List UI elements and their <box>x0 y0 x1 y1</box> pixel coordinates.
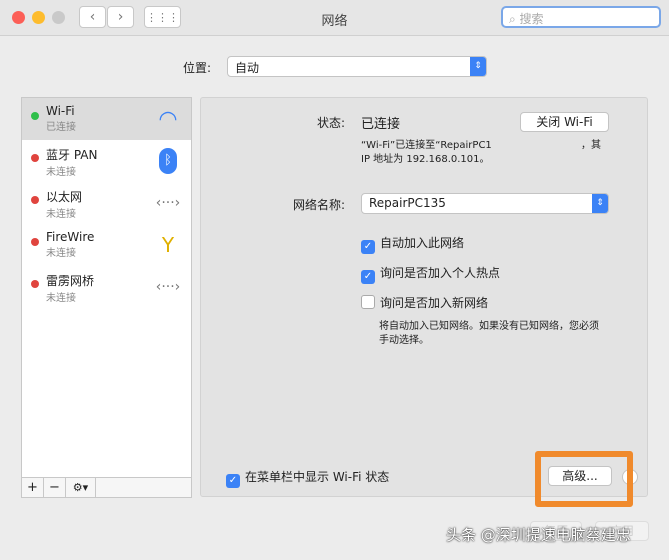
service-list: Wi-Fi 已连接 ◠ 蓝牙 PAN 未连接 ᛒ 以太网 未连接 ‹···› F… <box>21 97 192 478</box>
show-menu-bar-checkbox[interactable]: ✓ 在菜单栏中显示 Wi-Fi 状态 <box>226 468 389 488</box>
gear-icon[interactable]: ⚙▾ <box>66 478 96 497</box>
location-value: 自动 <box>235 61 260 75</box>
network-name-label: 网络名称: <box>293 198 346 212</box>
location-label: 位置: <box>183 61 212 75</box>
wifi-icon: ◠ <box>158 106 178 132</box>
ask-hotspot-checkbox[interactable]: ✓ 询问是否加入个人热点 <box>361 264 500 284</box>
status-dot <box>31 112 39 120</box>
service-item[interactable]: FireWire 未连接 Y <box>22 224 191 266</box>
chevron-updown-icon: ⇕ <box>592 194 608 213</box>
status-desc-1: “Wi-Fi”已连接至“RepairPC1 <box>361 140 492 151</box>
status-dot <box>31 238 39 246</box>
status-dot <box>31 154 39 162</box>
network-name-value: RepairPC135 <box>369 196 446 210</box>
show-menu-bar-label: 在菜单栏中显示 Wi-Fi 状态 <box>245 470 390 484</box>
add-service-button[interactable]: + <box>22 478 44 497</box>
status-label: 状态: <box>317 116 346 130</box>
network-name-select[interactable]: RepairPC135 ⇕ <box>361 193 609 214</box>
location-select[interactable]: 自动 ⇕ <box>227 56 487 77</box>
status-desc-2: IP 地址为 192.168.0.101。 <box>361 154 490 165</box>
status-value: 已连接 <box>361 117 401 132</box>
sidebar-toolbar: + − ⚙▾ <box>21 478 192 498</box>
status-desc-1b: ，其 <box>581 140 601 151</box>
auto-join-checkbox[interactable]: ✓ 自动加入此网络 <box>361 234 464 254</box>
thunderbolt-bridge-icon: ‹···› <box>155 279 181 295</box>
ask-new-desc-2: 手动选择。 <box>379 335 429 346</box>
search-input[interactable]: ⌕ 搜索 <box>501 6 661 28</box>
watermark: 头条 @深圳提速电脑蔡建忠 <box>446 526 631 544</box>
ethernet-icon: ‹···› <box>155 195 181 211</box>
ask-new-label: 询问是否加入新网络 <box>380 296 489 310</box>
chevron-updown-icon: ⇕ <box>470 57 486 76</box>
service-item[interactable]: Wi-Fi 已连接 ◠ <box>22 98 191 140</box>
ask-new-desc-1: 将自动加入已知网络。如果没有已知网络，您必须 <box>379 321 599 332</box>
bluetooth-icon: ᛒ <box>153 146 183 176</box>
turn-off-wifi-button[interactable]: 关闭 Wi-Fi <box>520 112 609 132</box>
service-item[interactable]: 蓝牙 PAN 未连接 ᛒ <box>22 140 191 182</box>
status-dot <box>31 280 39 288</box>
ask-new-checkbox[interactable]: 询问是否加入新网络 <box>361 294 488 311</box>
title-bar: ‹ › ⋮⋮⋮ 网络 ⌕ 搜索 <box>0 0 669 36</box>
highlight-box <box>535 451 633 507</box>
remove-service-button[interactable]: − <box>44 478 66 497</box>
firewire-icon: Y <box>161 233 175 257</box>
auto-join-label: 自动加入此网络 <box>380 236 465 250</box>
detail-panel: 状态: 已连接 关闭 Wi-Fi “Wi-Fi”已连接至“RepairPC1 ，… <box>200 97 648 497</box>
status-dot <box>31 196 39 204</box>
search-placeholder: 搜索 <box>519 12 544 26</box>
ask-hotspot-label: 询问是否加入个人热点 <box>380 266 501 280</box>
service-item[interactable]: 雷雳网桥 未连接 ‹···› <box>22 266 191 308</box>
service-item[interactable]: 以太网 未连接 ‹···› <box>22 182 191 224</box>
